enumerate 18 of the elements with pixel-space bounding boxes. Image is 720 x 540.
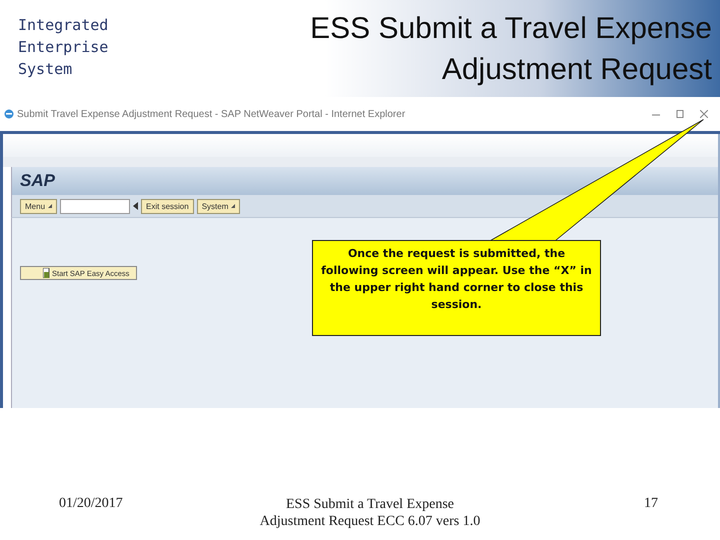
organization-name: Integrated Enterprise System [17,15,108,80]
door-icon [43,268,50,278]
dropdown-corner-icon [231,204,236,208]
close-icon[interactable] [700,110,708,118]
dropdown-corner-icon [48,204,52,208]
slide-title: ESS Submit a Travel Expense Adjustment Request [310,11,713,88]
callout-note: Once the request is submitted, the following screen will appear. Use the “X” in the upper right hand corner to close this session. [312,240,601,336]
window-title: Submit Travel Expense Adjustment Request - SAP NetWeaver Portal - Internet Explorer [17,108,406,120]
maximize-icon[interactable] [676,110,684,118]
footer-date: 01/20/2017 [58,496,124,512]
menu-button[interactable]: System [196,198,240,214]
exit-session-button[interactable]: Exit session [141,198,194,214]
collapse-icon[interactable] [133,202,138,210]
sap-logo: SAP [20,171,55,191]
page-number: 17 [643,496,659,512]
footer-caption: ESS Submit a Travel Expense Adjustment Request ECC 6.07 vers 1.0 [258,496,482,530]
menu-button[interactable]: Menu [20,198,58,214]
command-field[interactable] [60,198,130,214]
